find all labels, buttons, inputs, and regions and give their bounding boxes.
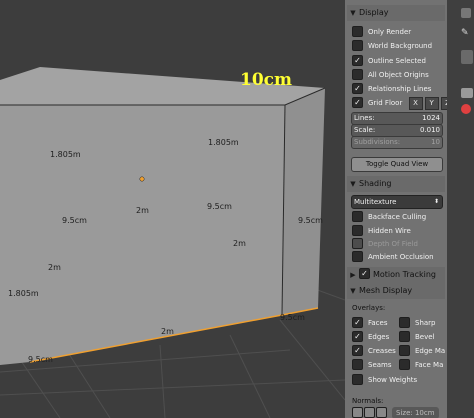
only-render-checkbox[interactable]: Only Render [352, 25, 411, 38]
dimension-label: 1.805m [8, 289, 39, 298]
shading-mode-select[interactable]: Multitexture ⬍ [351, 195, 443, 209]
axis-y-toggle[interactable]: Y [424, 97, 439, 110]
dimension-label: 2m [136, 206, 149, 215]
normals-size-field[interactable]: Size: 10cm [392, 407, 439, 418]
dimension-label: 9.5cm [280, 313, 305, 322]
expand-triangle-icon: ▶ [350, 271, 356, 279]
dimension-label: 9.5cm [28, 355, 53, 364]
mesh-display-panel-header[interactable]: ▼ Mesh Display [347, 283, 445, 299]
edges-checkbox[interactable]: ✓ Edges [352, 330, 389, 343]
dropdown-arrows-icon: ⬍ [433, 198, 439, 205]
panel-tab-icon[interactable] [461, 88, 473, 98]
panel-tab-icon[interactable] [461, 50, 473, 64]
face-marks-checkbox[interactable]: Face Ma [399, 358, 443, 371]
split-normals-toggle-icon[interactable] [364, 406, 375, 418]
relationship-lines-checkbox[interactable]: ✓ Relationship Lines [352, 82, 431, 95]
dimension-label: 2m [161, 327, 174, 336]
display-panel-header[interactable]: ▼ Display [347, 5, 445, 21]
show-weights-checkbox[interactable]: Show Weights [352, 373, 417, 386]
vertex-normals-toggle-icon[interactable] [352, 406, 363, 418]
all-object-origins-checkbox[interactable]: All Object Origins [352, 68, 429, 81]
face-normals-toggle-icon[interactable] [376, 406, 387, 418]
dimension-label: 2m [233, 239, 246, 248]
outline-selected-checkbox[interactable]: ✓ Outline Selected [352, 54, 426, 67]
creases-checkbox[interactable]: ✓ Creases [352, 344, 396, 357]
material-icon[interactable] [461, 104, 471, 114]
hidden-wire-checkbox[interactable]: Hidden Wire [352, 224, 411, 237]
ambient-occlusion-checkbox[interactable]: Ambient Occlusion [352, 250, 434, 263]
overlays-label: Overlays: [352, 304, 386, 312]
seams-checkbox[interactable]: Seams [352, 358, 392, 371]
cube-front-face [0, 105, 285, 365]
normals-row: Size: 10cm [352, 406, 439, 418]
dimension-label: 9.5cm [62, 216, 87, 225]
cube-side-face [282, 88, 325, 315]
axis-x-toggle[interactable]: X [408, 97, 423, 110]
normals-label: Normals: [352, 397, 384, 405]
grid-floor-checkbox[interactable]: ✓Grid Floor XYZ [352, 96, 447, 110]
dimension-label: 2m [48, 263, 61, 272]
shading-panel-header[interactable]: ▼ Shading [347, 176, 445, 192]
collapse-triangle-icon: ▼ [350, 9, 356, 17]
collapse-triangle-icon: ▼ [350, 287, 356, 295]
depth-of-field-checkbox[interactable]: Depth Of Field [352, 237, 418, 250]
properties-panel: ▼ Display Only Render World Background ✓ O… [345, 0, 447, 418]
sharp-checkbox[interactable]: Sharp [399, 316, 436, 329]
toggle-quad-view-button[interactable]: Toggle Quad View [351, 157, 443, 172]
bevel-checkbox[interactable]: Bevel [399, 330, 435, 343]
dimension-label: 1.805m [208, 138, 239, 147]
pin-icon[interactable]: ✎ [461, 28, 471, 38]
tool-shelf-strip: ✎ [447, 0, 474, 418]
faces-checkbox[interactable]: ✓ Faces [352, 316, 387, 329]
world-background-checkbox[interactable]: World Background [352, 39, 432, 52]
backface-culling-checkbox[interactable]: Backface Culling [352, 210, 426, 223]
dimension-label: 1.805m [50, 150, 81, 159]
grid-subdivisions-field[interactable]: Subdivisions: 10 [351, 136, 443, 149]
dimension-label: 9.5cm [207, 202, 232, 211]
dimension-label: 9.5cm [298, 216, 323, 225]
tool-icon[interactable] [461, 8, 471, 18]
object-origin [139, 176, 145, 182]
motion-tracking-panel-header[interactable]: ▶ ✓ Motion Tracking [347, 267, 445, 283]
3d-viewport[interactable]: 10cm 1.805m 1.805m 2m 9.5cm 9.5cm 9.5cm … [0, 0, 345, 418]
scale-overlay-label: 10cm [240, 70, 292, 90]
edge-marks-checkbox[interactable]: Edge Ma [399, 344, 445, 357]
collapse-triangle-icon: ▼ [350, 180, 356, 188]
